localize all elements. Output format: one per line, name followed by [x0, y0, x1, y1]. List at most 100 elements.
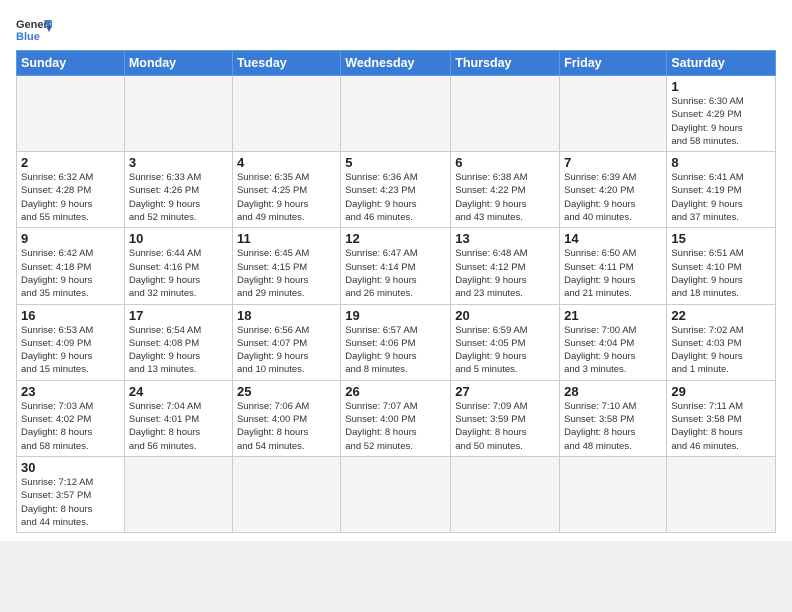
calendar-week-row: 30Sunrise: 7:12 AMSunset: 3:57 PMDayligh…	[17, 456, 776, 532]
day-number: 27	[455, 384, 555, 399]
calendar-cell: 30Sunrise: 7:12 AMSunset: 3:57 PMDayligh…	[17, 456, 125, 532]
calendar-cell: 10Sunrise: 6:44 AMSunset: 4:16 PMDayligh…	[124, 228, 232, 304]
weekday-header-thursday: Thursday	[451, 51, 560, 76]
calendar-cell: 14Sunrise: 6:50 AMSunset: 4:11 PMDayligh…	[560, 228, 667, 304]
logo: General Blue	[16, 16, 52, 44]
day-info: Sunrise: 7:06 AMSunset: 4:00 PMDaylight:…	[237, 400, 336, 453]
weekday-header-tuesday: Tuesday	[232, 51, 340, 76]
day-number: 8	[671, 155, 771, 170]
day-number: 7	[564, 155, 662, 170]
day-number: 15	[671, 231, 771, 246]
calendar-week-row: 1Sunrise: 6:30 AMSunset: 4:29 PMDaylight…	[17, 76, 776, 152]
calendar-cell: 18Sunrise: 6:56 AMSunset: 4:07 PMDayligh…	[232, 304, 340, 380]
day-info: Sunrise: 6:38 AMSunset: 4:22 PMDaylight:…	[455, 171, 555, 224]
day-number: 4	[237, 155, 336, 170]
weekday-header-row: SundayMondayTuesdayWednesdayThursdayFrid…	[17, 51, 776, 76]
calendar-cell	[232, 456, 340, 532]
page-header: General Blue	[16, 16, 776, 44]
calendar-cell: 15Sunrise: 6:51 AMSunset: 4:10 PMDayligh…	[667, 228, 776, 304]
day-info: Sunrise: 6:35 AMSunset: 4:25 PMDaylight:…	[237, 171, 336, 224]
day-info: Sunrise: 7:11 AMSunset: 3:58 PMDaylight:…	[671, 400, 771, 453]
calendar-cell	[341, 456, 451, 532]
day-info: Sunrise: 6:54 AMSunset: 4:08 PMDaylight:…	[129, 324, 228, 377]
calendar-cell	[124, 456, 232, 532]
day-info: Sunrise: 6:47 AMSunset: 4:14 PMDaylight:…	[345, 247, 446, 300]
day-info: Sunrise: 6:51 AMSunset: 4:10 PMDaylight:…	[671, 247, 771, 300]
weekday-header-wednesday: Wednesday	[341, 51, 451, 76]
calendar-cell: 7Sunrise: 6:39 AMSunset: 4:20 PMDaylight…	[560, 152, 667, 228]
calendar-cell	[560, 456, 667, 532]
day-number: 29	[671, 384, 771, 399]
calendar-cell: 29Sunrise: 7:11 AMSunset: 3:58 PMDayligh…	[667, 380, 776, 456]
calendar-cell: 2Sunrise: 6:32 AMSunset: 4:28 PMDaylight…	[17, 152, 125, 228]
svg-text:Blue: Blue	[16, 31, 40, 43]
day-number: 22	[671, 308, 771, 323]
day-number: 10	[129, 231, 228, 246]
calendar-cell: 16Sunrise: 6:53 AMSunset: 4:09 PMDayligh…	[17, 304, 125, 380]
day-number: 23	[21, 384, 120, 399]
calendar-cell: 11Sunrise: 6:45 AMSunset: 4:15 PMDayligh…	[232, 228, 340, 304]
day-number: 3	[129, 155, 228, 170]
day-number: 9	[21, 231, 120, 246]
calendar-cell: 8Sunrise: 6:41 AMSunset: 4:19 PMDaylight…	[667, 152, 776, 228]
calendar-cell	[341, 76, 451, 152]
calendar-week-row: 9Sunrise: 6:42 AMSunset: 4:18 PMDaylight…	[17, 228, 776, 304]
day-info: Sunrise: 7:03 AMSunset: 4:02 PMDaylight:…	[21, 400, 120, 453]
calendar-cell	[560, 76, 667, 152]
day-number: 28	[564, 384, 662, 399]
calendar-cell: 23Sunrise: 7:03 AMSunset: 4:02 PMDayligh…	[17, 380, 125, 456]
calendar-cell: 1Sunrise: 6:30 AMSunset: 4:29 PMDaylight…	[667, 76, 776, 152]
day-number: 13	[455, 231, 555, 246]
calendar-cell: 28Sunrise: 7:10 AMSunset: 3:58 PMDayligh…	[560, 380, 667, 456]
day-info: Sunrise: 6:56 AMSunset: 4:07 PMDaylight:…	[237, 324, 336, 377]
day-number: 1	[671, 79, 771, 94]
calendar-week-row: 2Sunrise: 6:32 AMSunset: 4:28 PMDaylight…	[17, 152, 776, 228]
weekday-header-monday: Monday	[124, 51, 232, 76]
calendar-cell: 20Sunrise: 6:59 AMSunset: 4:05 PMDayligh…	[451, 304, 560, 380]
day-number: 26	[345, 384, 446, 399]
day-info: Sunrise: 7:00 AMSunset: 4:04 PMDaylight:…	[564, 324, 662, 377]
day-number: 12	[345, 231, 446, 246]
calendar-cell: 26Sunrise: 7:07 AMSunset: 4:00 PMDayligh…	[341, 380, 451, 456]
calendar-cell: 24Sunrise: 7:04 AMSunset: 4:01 PMDayligh…	[124, 380, 232, 456]
calendar-cell: 9Sunrise: 6:42 AMSunset: 4:18 PMDaylight…	[17, 228, 125, 304]
day-number: 16	[21, 308, 120, 323]
day-info: Sunrise: 6:57 AMSunset: 4:06 PMDaylight:…	[345, 324, 446, 377]
day-info: Sunrise: 7:10 AMSunset: 3:58 PMDaylight:…	[564, 400, 662, 453]
day-number: 17	[129, 308, 228, 323]
day-info: Sunrise: 6:48 AMSunset: 4:12 PMDaylight:…	[455, 247, 555, 300]
calendar-table: SundayMondayTuesdayWednesdayThursdayFrid…	[16, 50, 776, 533]
calendar-week-row: 16Sunrise: 6:53 AMSunset: 4:09 PMDayligh…	[17, 304, 776, 380]
day-info: Sunrise: 6:53 AMSunset: 4:09 PMDaylight:…	[21, 324, 120, 377]
day-info: Sunrise: 6:36 AMSunset: 4:23 PMDaylight:…	[345, 171, 446, 224]
day-number: 21	[564, 308, 662, 323]
calendar-cell	[451, 76, 560, 152]
day-number: 24	[129, 384, 228, 399]
calendar-week-row: 23Sunrise: 7:03 AMSunset: 4:02 PMDayligh…	[17, 380, 776, 456]
day-info: Sunrise: 6:33 AMSunset: 4:26 PMDaylight:…	[129, 171, 228, 224]
day-info: Sunrise: 7:04 AMSunset: 4:01 PMDaylight:…	[129, 400, 228, 453]
calendar-cell: 21Sunrise: 7:00 AMSunset: 4:04 PMDayligh…	[560, 304, 667, 380]
weekday-header-friday: Friday	[560, 51, 667, 76]
calendar-cell: 25Sunrise: 7:06 AMSunset: 4:00 PMDayligh…	[232, 380, 340, 456]
calendar-cell: 12Sunrise: 6:47 AMSunset: 4:14 PMDayligh…	[341, 228, 451, 304]
calendar-cell: 17Sunrise: 6:54 AMSunset: 4:08 PMDayligh…	[124, 304, 232, 380]
day-info: Sunrise: 7:09 AMSunset: 3:59 PMDaylight:…	[455, 400, 555, 453]
day-info: Sunrise: 6:39 AMSunset: 4:20 PMDaylight:…	[564, 171, 662, 224]
day-info: Sunrise: 7:07 AMSunset: 4:00 PMDaylight:…	[345, 400, 446, 453]
day-number: 14	[564, 231, 662, 246]
day-number: 18	[237, 308, 336, 323]
calendar-cell: 19Sunrise: 6:57 AMSunset: 4:06 PMDayligh…	[341, 304, 451, 380]
day-number: 19	[345, 308, 446, 323]
day-info: Sunrise: 7:02 AMSunset: 4:03 PMDaylight:…	[671, 324, 771, 377]
calendar-cell	[451, 456, 560, 532]
day-info: Sunrise: 6:59 AMSunset: 4:05 PMDaylight:…	[455, 324, 555, 377]
calendar-cell	[232, 76, 340, 152]
day-number: 20	[455, 308, 555, 323]
calendar-cell: 6Sunrise: 6:38 AMSunset: 4:22 PMDaylight…	[451, 152, 560, 228]
day-info: Sunrise: 6:44 AMSunset: 4:16 PMDaylight:…	[129, 247, 228, 300]
weekday-header-saturday: Saturday	[667, 51, 776, 76]
calendar-cell: 13Sunrise: 6:48 AMSunset: 4:12 PMDayligh…	[451, 228, 560, 304]
day-number: 6	[455, 155, 555, 170]
day-number: 5	[345, 155, 446, 170]
